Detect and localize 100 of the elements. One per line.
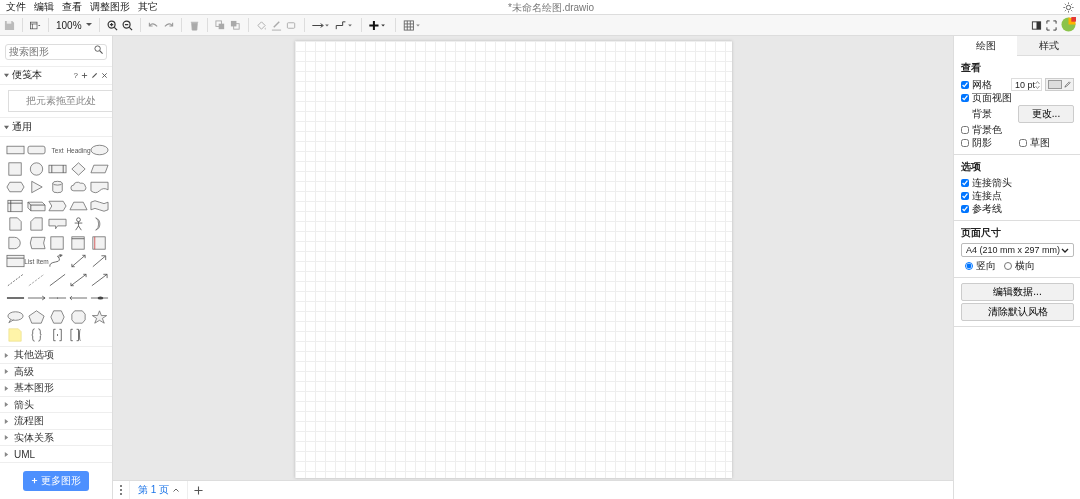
format-panel-icon[interactable] [1031, 19, 1042, 31]
table-icon[interactable] [402, 19, 422, 31]
section-header[interactable]: 其他选项 [0, 347, 112, 364]
section-header[interactable]: 便笺本 ? [0, 66, 112, 86]
section-header[interactable]: 流程图 [0, 413, 112, 430]
card-icon[interactable] [27, 217, 46, 232]
section-header[interactable]: 箭头 [0, 396, 112, 414]
line-icon[interactable] [48, 272, 67, 287]
section-title: 高级 [14, 364, 34, 379]
add-icon[interactable] [81, 71, 88, 79]
square-icon[interactable] [6, 161, 25, 176]
panel-button[interactable]: 清除默认风格 [961, 303, 1074, 321]
shadow-checkbox[interactable] [961, 139, 969, 147]
radio-label: 竖向 [976, 260, 996, 272]
pencil-icon [1064, 81, 1071, 88]
drop-area[interactable]: 把元素拖至此处 [8, 90, 112, 113]
page-tab[interactable]: 第 1 页 [129, 481, 189, 499]
arrow-icon[interactable] [90, 254, 109, 269]
sketch-checkbox[interactable] [1019, 139, 1027, 147]
section-header[interactable]: 实体关系 [0, 429, 112, 447]
section-title: 实体关系 [14, 430, 54, 445]
document-title: *未命名绘图.drawio [508, 1, 595, 15]
zoom-in-icon[interactable] [106, 19, 118, 31]
background-color-checkbox[interactable] [961, 126, 969, 134]
shadow-icon[interactable] [285, 19, 297, 31]
container-icon[interactable] [90, 235, 109, 250]
menu-item[interactable]: 查看 [62, 1, 82, 13]
option-checkbox[interactable] [961, 205, 969, 213]
section-title: 流程图 [14, 414, 44, 429]
checkbox-label: 参考线 [972, 203, 1002, 215]
zoom-dropdown[interactable]: 100% [56, 19, 82, 31]
section-title: UML [14, 448, 36, 460]
zoom-out-icon[interactable] [121, 19, 133, 31]
dashed-line-icon[interactable] [6, 272, 25, 287]
grid-size-field[interactable]: 10 pt [1010, 78, 1042, 91]
caret-icon[interactable] [85, 23, 92, 27]
grid-checkbox[interactable] [961, 80, 969, 89]
tape-icon[interactable] [90, 198, 109, 213]
to-front-icon[interactable] [214, 19, 226, 31]
waypoint-icon[interactable] [334, 19, 354, 31]
plugin-icon[interactable] [1061, 17, 1076, 32]
internal-storage-icon[interactable] [6, 198, 25, 213]
section-title: 便笺本 [12, 68, 42, 83]
page-view-checkbox[interactable] [961, 94, 969, 102]
menu-item[interactable]: 编辑 [34, 1, 54, 13]
layout-icon[interactable] [30, 19, 41, 31]
data-storage-icon[interactable] [27, 235, 46, 250]
circle-icon[interactable] [27, 161, 46, 176]
section-header[interactable]: 高级 [0, 363, 112, 381]
hexagon-icon[interactable] [48, 309, 67, 324]
page-size-select[interactable]: A4 (210 mm x 297 mm) [961, 243, 1074, 257]
to-back-icon[interactable] [229, 19, 241, 31]
menu-item[interactable]: 调整图形 [90, 1, 130, 13]
star-icon[interactable] [90, 309, 109, 324]
ellipse-icon[interactable] [90, 143, 109, 158]
diamond-icon[interactable] [69, 161, 88, 176]
square-icon[interactable] [48, 235, 67, 250]
group-title: 查看 [961, 61, 982, 75]
fill-color-icon[interactable] [255, 19, 267, 31]
list-icon[interactable] [6, 254, 25, 269]
more-vertical-icon[interactable] [119, 484, 123, 496]
dotted-line-icon[interactable] [27, 272, 46, 287]
step-icon[interactable] [48, 198, 67, 213]
orientation-radio[interactable] [965, 262, 973, 270]
section-header[interactable]: 基本图形 [0, 380, 112, 397]
caret-icon [1061, 247, 1069, 253]
orientation-radio[interactable] [1004, 262, 1012, 270]
document-icon[interactable] [90, 180, 109, 195]
grid-color-button[interactable] [1045, 78, 1074, 91]
callout-icon[interactable] [48, 217, 67, 232]
menu-item[interactable]: 其它 [138, 1, 158, 13]
container-icon[interactable] [69, 235, 88, 250]
add-page-icon[interactable] [194, 485, 204, 495]
section-header[interactable]: UML [0, 446, 112, 463]
panel-button[interactable]: 编辑数据... [961, 283, 1074, 301]
page-icon[interactable] [6, 217, 25, 232]
delete-icon[interactable] [188, 19, 200, 31]
line-color-icon[interactable] [270, 19, 282, 31]
option-checkbox[interactable] [961, 179, 969, 187]
double-arrow-icon[interactable] [69, 254, 88, 269]
change-button[interactable]: 更改... [1018, 105, 1074, 123]
menu-item[interactable]: 文件 [6, 1, 26, 13]
section-title: 其他选项 [14, 348, 54, 363]
close-icon[interactable] [101, 71, 108, 79]
speech-bubble-icon[interactable] [6, 309, 25, 324]
pencil-icon[interactable] [91, 71, 98, 79]
sun-icon[interactable] [1063, 1, 1074, 13]
panel-tab[interactable]: 样式 [1017, 36, 1080, 56]
search-field[interactable]: 搜索图形 [5, 43, 107, 60]
checkbox-label: 连接点 [972, 190, 1002, 202]
pentagon-icon[interactable] [27, 309, 46, 324]
save-icon[interactable] [4, 19, 15, 31]
section-header[interactable]: 通用 [0, 118, 112, 137]
fullscreen-icon[interactable] [1046, 19, 1057, 31]
help-link[interactable]: ? [73, 70, 78, 80]
checkbox-label: 草图 [1030, 137, 1050, 149]
spinner-icon[interactable] [1035, 79, 1040, 90]
option-checkbox[interactable] [961, 192, 969, 200]
hexagon-icon[interactable] [6, 180, 25, 195]
bidirectional-arrow-icon[interactable] [69, 272, 88, 287]
